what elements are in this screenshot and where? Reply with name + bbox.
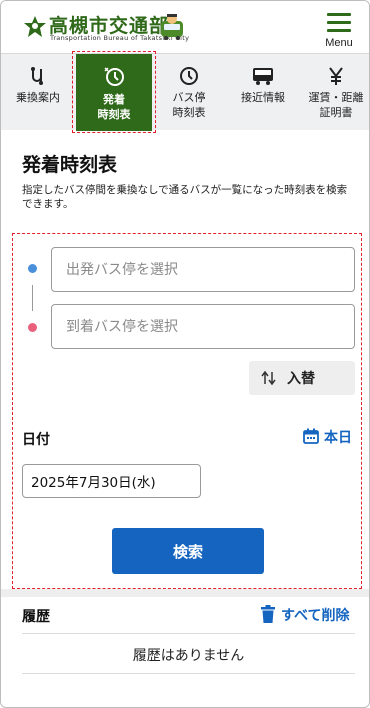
clear-history-label: すべて削除 (281, 608, 350, 624)
nav-label-fare: 運賃・距離 証明書 (308, 91, 364, 119)
app-frame: 高槻市交通部 Transportation Bureau of Takatsuk… (0, 0, 370, 708)
departure-stop-input[interactable] (51, 247, 355, 292)
page-title: 発着時刻表 (22, 154, 118, 176)
nav-label-transfer: 乗換案内 (16, 91, 60, 104)
departure-dot-icon (28, 264, 37, 273)
nav-item-fare[interactable]: 運賃・距離 証明書 (301, 54, 369, 131)
nav-label-approach: 接近情報 (241, 91, 285, 104)
swap-button[interactable]: 入替 (249, 361, 355, 395)
menu-label: Menu (325, 37, 353, 49)
arrival-dot-icon (28, 323, 37, 332)
swap-label: 入替 (287, 371, 315, 387)
arrival-stop-input[interactable] (51, 304, 355, 349)
clock-icon (180, 67, 198, 85)
history-empty-message: 履歴はありません (132, 648, 245, 664)
date-input[interactable] (22, 464, 201, 498)
main-nav: 乗換案内 発着 時刻表 バス停 時刻表 接近情報 運賃・距離 証明書 (1, 53, 369, 131)
hamburger-icon (327, 13, 351, 37)
clear-history-button[interactable]: すべて削除 (261, 604, 357, 626)
history-title: 履歴 (22, 609, 50, 625)
section-divider (1, 589, 369, 597)
nav-item-stop-timetable[interactable]: バス停 時刻表 (155, 54, 223, 131)
search-button[interactable]: 検索 (112, 528, 264, 574)
city-emblem-icon (24, 16, 46, 37)
page-description: 指定したバス停間を乗換なしで通るバスが一覧になった時刻表を検索できます。 (22, 184, 348, 210)
yen-icon (329, 67, 343, 85)
date-label: 日付 (22, 432, 50, 448)
history-top-rule (22, 633, 355, 634)
route-connector (32, 285, 33, 311)
menu-button[interactable]: Menu (321, 9, 357, 49)
nav-item-transfer[interactable]: 乗換案内 (4, 54, 72, 131)
bus-icon (253, 68, 273, 85)
timetable-clock-icon (104, 67, 124, 86)
nav-label-departure-arrival: 発着 時刻表 (97, 93, 131, 121)
trash-icon (261, 605, 275, 623)
nav-item-approach[interactable]: 接近情報 (227, 54, 299, 131)
history-bottom-rule (22, 673, 355, 674)
calendar-icon (303, 428, 319, 444)
today-button[interactable]: 本日 (303, 426, 357, 448)
swap-arrows-icon (261, 370, 276, 386)
header: 高槻市交通部 Transportation Bureau of Takatsuk… (1, 1, 369, 53)
nav-item-departure-arrival[interactable]: 発着 時刻表 (76, 54, 152, 131)
bus-mascot-icon (161, 14, 183, 40)
route-icon (31, 67, 43, 85)
today-label: 本日 (324, 430, 352, 446)
nav-label-stop-timetable: バス停 時刻表 (172, 91, 206, 119)
